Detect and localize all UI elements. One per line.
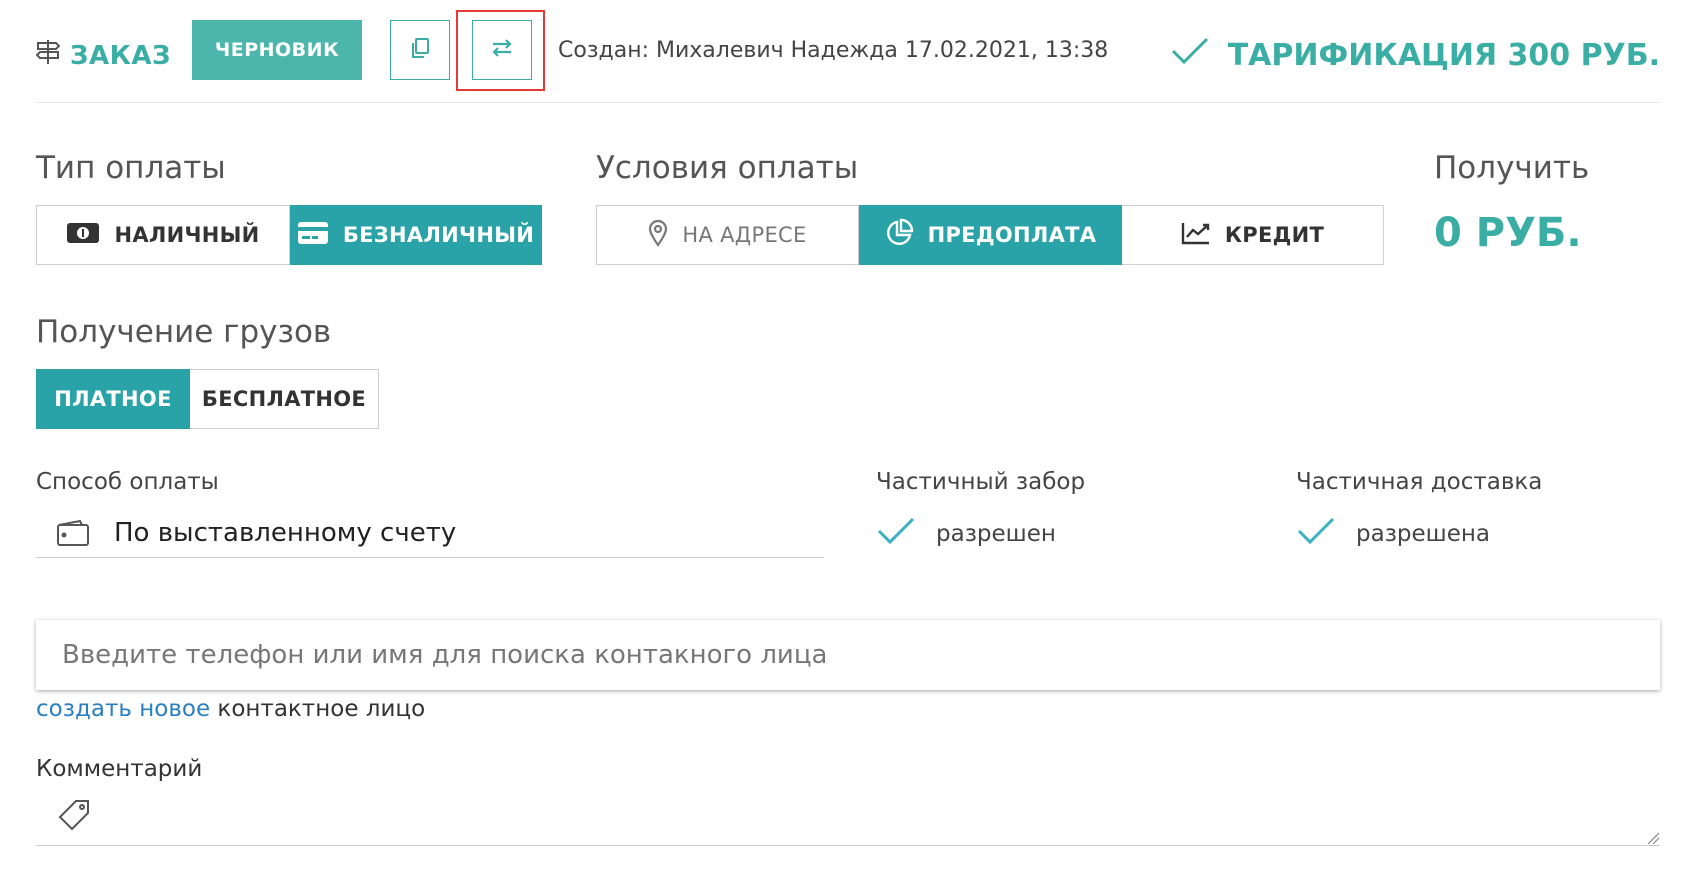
create-contact-row: создать новое контактное лицо (36, 696, 425, 722)
line-chart-icon (1181, 221, 1211, 250)
payment-terms-label: Условия оплаты (596, 150, 859, 186)
partial-delivery-label: Частичная доставка (1296, 469, 1543, 495)
copy-icon (409, 37, 431, 63)
tag-icon (56, 798, 92, 838)
payment-method-field[interactable]: По выставленному счету (36, 508, 824, 558)
payment-terms-segment: НА АДРЕСЕ ПРЕДОПЛАТА КРЕДИТ (596, 205, 1384, 265)
partial-pickup-label: Частичный забор (876, 469, 1086, 495)
partial-pickup-status: разрешен (876, 516, 1056, 552)
order-title: ЗАКАЗ (35, 38, 171, 73)
payment-terms-on-address-label: НА АДРЕСЕ (682, 223, 807, 247)
signpost-icon (35, 38, 61, 73)
partial-delivery-status: разрешена (1296, 516, 1490, 552)
cargo-receipt-paid-button[interactable]: ПЛАТНОЕ (36, 369, 190, 429)
receive-value: 0 РУБ. (1434, 210, 1582, 256)
card-icon (297, 221, 329, 250)
wallet-icon (36, 508, 110, 558)
check-icon (876, 516, 916, 552)
cargo-receipt-label: Получение грузов (36, 314, 332, 350)
payment-terms-prepay-label: ПРЕДОПЛАТА (927, 223, 1097, 247)
comment-textarea[interactable] (36, 790, 1660, 846)
highlight-box (456, 10, 545, 91)
tariff-text: ТАРИФИКАЦИЯ 300 РУБ. (1227, 37, 1660, 73)
payment-type-label: Тип оплаты (36, 150, 226, 186)
check-icon (1170, 36, 1210, 74)
payment-method-label: Способ оплаты (36, 469, 219, 495)
payment-terms-credit-label: КРЕДИТ (1224, 223, 1325, 247)
tariff-status: ТАРИФИКАЦИЯ 300 РУБ. (1170, 36, 1660, 74)
receive-label: Получить (1434, 150, 1590, 186)
resize-handle-icon[interactable] (1646, 830, 1660, 849)
created-info: Создан: Михалевич Надежда 17.02.2021, 13… (558, 38, 1109, 63)
payment-terms-credit-button[interactable]: КРЕДИТ (1122, 205, 1384, 265)
payment-terms-on-address-button[interactable]: НА АДРЕСЕ (596, 205, 859, 265)
contact-search-input[interactable]: Введите телефон или имя для поиска конта… (36, 620, 1660, 690)
payment-type-cashless-button[interactable]: БЕЗНАЛИЧНЫЙ (290, 205, 542, 265)
partial-pickup-value: разрешен (936, 521, 1056, 547)
copy-button[interactable] (390, 20, 450, 80)
header-divider (36, 102, 1660, 103)
create-contact-link[interactable]: создать новое (36, 696, 210, 722)
pie-chart-icon (884, 218, 914, 253)
comment-label: Комментарий (36, 756, 203, 782)
partial-delivery-value: разрешена (1356, 521, 1491, 547)
payment-type-segment: НАЛИЧНЫЙ БЕЗНАЛИЧНЫЙ (36, 205, 542, 265)
cargo-receipt-free-button[interactable]: БЕСПЛАТНОЕ (190, 369, 379, 429)
cash-icon (66, 222, 100, 249)
cargo-receipt-segment: ПЛАТНОЕ БЕСПЛАТНОЕ (36, 369, 379, 429)
payment-type-cash-label: НАЛИЧНЫЙ (114, 223, 260, 247)
payment-terms-prepay-button[interactable]: ПРЕДОПЛАТА (859, 205, 1122, 265)
payment-method-value: По выставленному счету (110, 508, 824, 558)
payment-type-cash-button[interactable]: НАЛИЧНЫЙ (36, 205, 290, 265)
location-pin-icon (648, 219, 668, 252)
create-contact-suffix: контактное лицо (210, 696, 426, 722)
order-label: ЗАКАЗ (70, 40, 171, 71)
check-icon (1296, 516, 1336, 552)
status-draft-button[interactable]: ЧЕРНОВИК (192, 20, 362, 80)
payment-type-cashless-label: БЕЗНАЛИЧНЫЙ (342, 223, 535, 247)
